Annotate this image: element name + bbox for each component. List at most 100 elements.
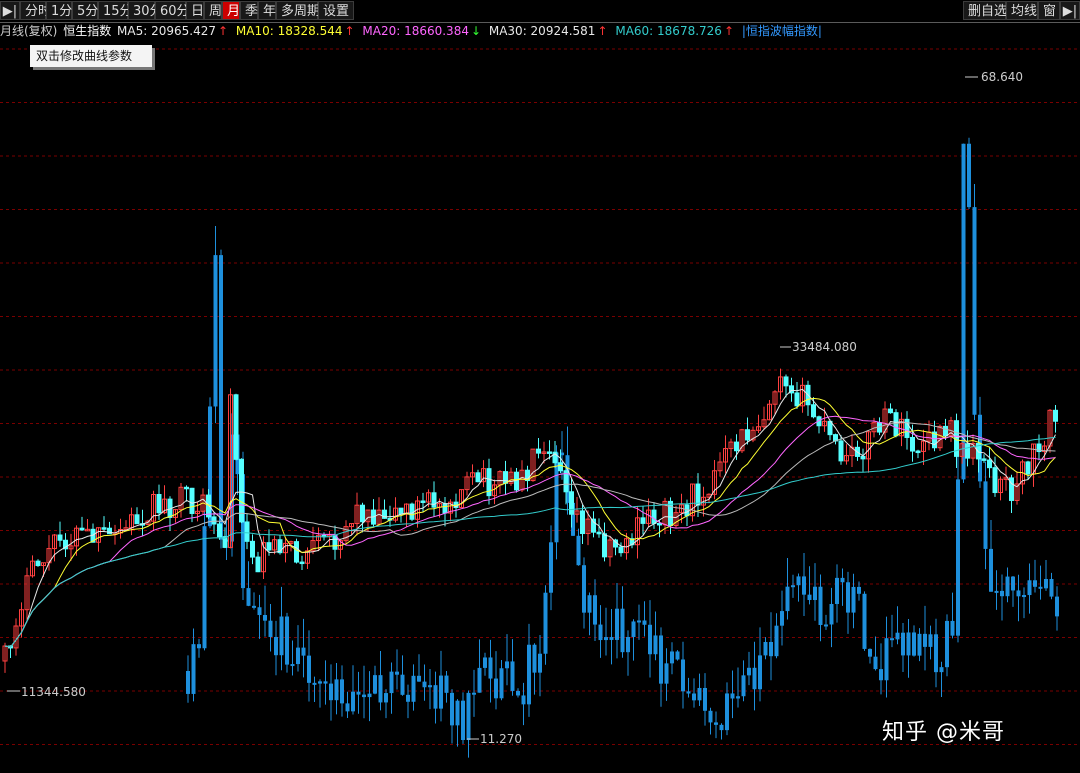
- hsi-candle: [250, 540, 255, 558]
- vhsi-candle: [769, 641, 773, 657]
- vhsi-candle: [879, 669, 883, 681]
- vhsi-candle: [400, 674, 405, 695]
- vhsi-candle: [362, 694, 366, 698]
- vhsi-candle: [884, 638, 889, 681]
- hsi-candle: [211, 516, 217, 525]
- period-button-8[interactable]: 月: [222, 1, 240, 20]
- vhsi-candle: [670, 651, 674, 664]
- toolbar-button-0[interactable]: 删自选: [963, 1, 1007, 20]
- period-button-9[interactable]: 季: [240, 1, 258, 20]
- vhsi-candle: [835, 577, 839, 604]
- vhsi-candle: [829, 603, 834, 625]
- hsi-candle: [332, 534, 338, 550]
- period-button-3[interactable]: 15分: [98, 1, 133, 20]
- collapse-left-icon[interactable]: ▶|: [0, 1, 20, 20]
- vhsi-candle: [609, 637, 614, 640]
- hsi-low-label: 11344.580: [21, 685, 86, 699]
- vhsi-candle: [906, 632, 911, 656]
- overlay-label[interactable]: |恒指波幅指数|: [742, 24, 822, 38]
- hsi-candle: [244, 521, 250, 542]
- vhsi-candle: [719, 724, 724, 731]
- hsi-candle: [134, 514, 140, 525]
- hsi-candle: [398, 507, 404, 515]
- hsi-candle: [239, 458, 244, 523]
- hsi-candle: [1025, 461, 1031, 475]
- vhsi-candle: [648, 624, 652, 655]
- vhsi-candle: [444, 675, 449, 693]
- hsi-candle: [618, 546, 624, 554]
- toolbar-button-2[interactable]: 窗: [1038, 1, 1060, 20]
- hsi-candle: [360, 504, 365, 523]
- vhsi-candle: [692, 693, 696, 701]
- vhsi-candle: [202, 526, 207, 649]
- collapse-right-icon[interactable]: ▶|: [1060, 1, 1080, 20]
- vhsi-candle: [890, 638, 894, 641]
- ma10-label[interactable]: MA10: 18328.544 ↑: [236, 24, 357, 38]
- vhsi-candle: [620, 608, 625, 653]
- vhsi-candle: [637, 620, 641, 623]
- period-button-6[interactable]: 日: [186, 1, 204, 20]
- hsi-candle: [431, 492, 437, 508]
- vhsi-candle: [928, 634, 933, 647]
- vhsi-candle: [934, 634, 938, 673]
- vhsi-candle: [1005, 576, 1010, 597]
- hsi-candle: [156, 493, 162, 514]
- hsi-candle: [992, 467, 998, 494]
- kline-chart[interactable]: 68.640 33484.080 11344.580 11.270: [0, 41, 1080, 773]
- vhsi-candle: [351, 691, 355, 712]
- hsi-candle: [987, 459, 992, 469]
- period-button-11[interactable]: 多周期: [276, 1, 320, 20]
- vhsi-low-label: 11.270: [480, 732, 522, 746]
- vhsi-candle: [752, 667, 757, 690]
- period-button-10[interactable]: 年: [258, 1, 276, 20]
- ma5-label[interactable]: MA5: 20965.427 ↑: [117, 24, 230, 38]
- vhsi-candle: [505, 661, 509, 669]
- hsi-candle: [965, 443, 970, 459]
- ma60-label[interactable]: MA60: 18678.726 ↑: [615, 24, 736, 38]
- hsi-candle: [189, 487, 195, 514]
- vhsi-candle: [983, 481, 988, 549]
- hsi-candle: [580, 510, 585, 535]
- vhsi-candle: [257, 607, 262, 616]
- vhsi-candle: [631, 621, 636, 637]
- vhsi-candle: [1011, 576, 1015, 591]
- vhsi-candle: [791, 585, 795, 588]
- vhsi-candle: [356, 691, 361, 695]
- vhsi-candle: [664, 663, 669, 684]
- hsi-candle: [838, 440, 844, 462]
- vhsi-candle: [653, 635, 658, 655]
- period-button-7[interactable]: 周: [204, 1, 222, 20]
- vhsi-candle: [296, 647, 300, 665]
- period-button-12[interactable]: 设置: [318, 1, 354, 20]
- ma20-label[interactable]: MA20: 18660.384 ↓: [362, 24, 483, 38]
- period-toolbar: ▶| 分时 1分 5分 15分 30分 60分日周月季年多周期 设置 删自选 均线窗 ▶|: [0, 0, 1080, 23]
- vhsi-candle: [439, 675, 443, 709]
- vhsi-candle: [263, 615, 267, 621]
- vhsi-candle: [576, 535, 581, 566]
- period-button-2[interactable]: 5分: [72, 1, 98, 20]
- vhsi-candle: [802, 576, 806, 595]
- vhsi-candle: [587, 595, 592, 613]
- vhsi-candle: [274, 636, 278, 656]
- vhsi-candle: [736, 696, 740, 699]
- vhsi-candle: [461, 700, 465, 741]
- hsi-candle: [602, 533, 607, 558]
- toolbar-button-1[interactable]: 均线: [1006, 1, 1038, 20]
- vhsi-candle: [774, 625, 779, 657]
- vhsi-candle: [323, 681, 328, 684]
- hsi-candle: [255, 556, 261, 573]
- hsi-candle: [101, 527, 107, 530]
- period-button-1[interactable]: 1分: [46, 1, 72, 20]
- hsi-candle: [547, 451, 552, 454]
- period-button-0[interactable]: 分时: [20, 1, 51, 20]
- vhsi-candle: [307, 655, 311, 683]
- period-button-4[interactable]: 30分: [128, 1, 163, 20]
- period-button-5[interactable]: 60分: [155, 1, 190, 20]
- vhsi-candle: [912, 632, 916, 656]
- hsi-candle: [503, 471, 508, 484]
- hsi-candle: [569, 491, 574, 515]
- ma30-label[interactable]: MA30: 20924.581 ↑: [489, 24, 610, 38]
- vhsi-candle: [780, 611, 784, 626]
- vhsi-candle: [582, 565, 586, 613]
- moving-average-legend: 月线(复权) 恒生指数 MA5: 20965.427 ↑ MA10: 18328.…: [0, 22, 1080, 41]
